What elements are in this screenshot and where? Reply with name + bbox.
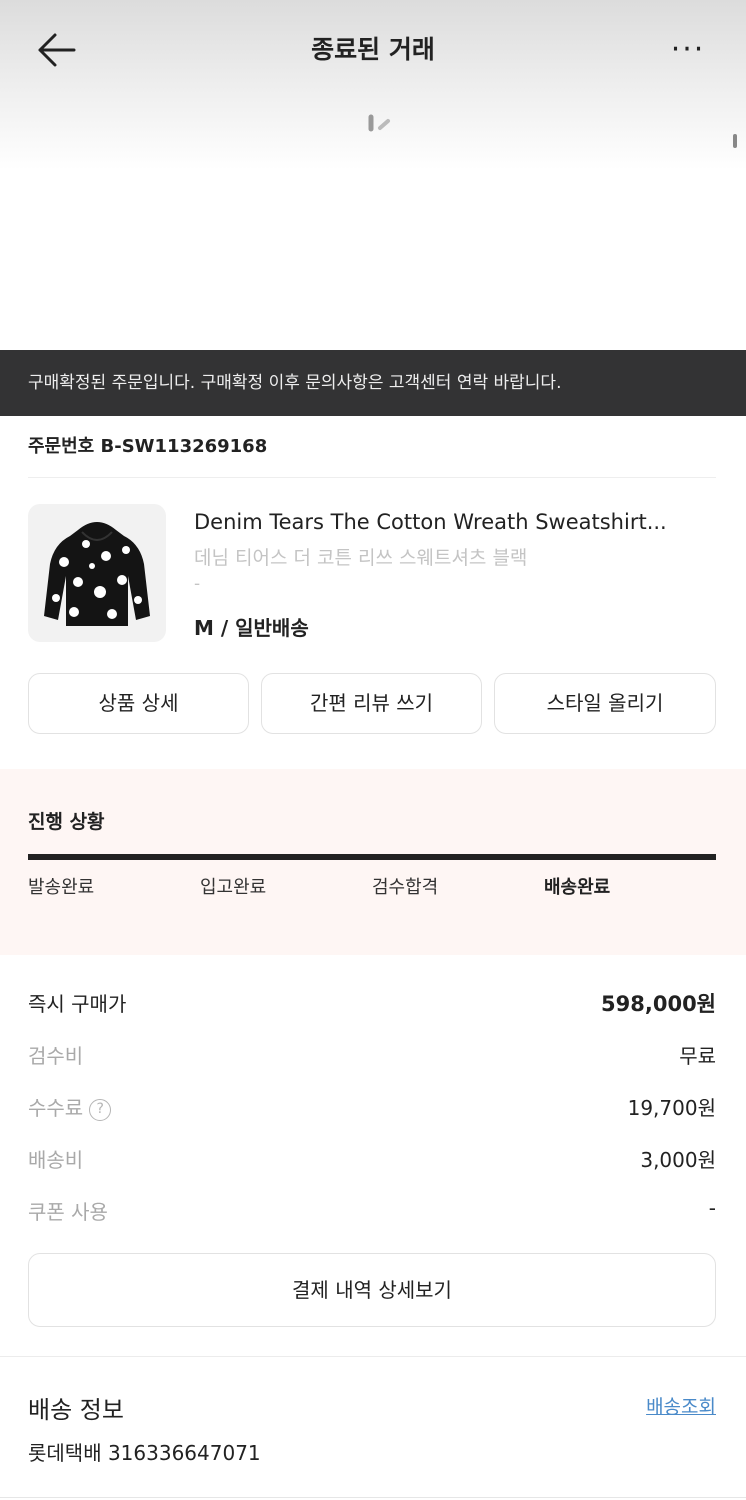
post-style-button[interactable]: 스타일 올리기 <box>494 673 716 734</box>
write-review-button[interactable]: 간편 리뷰 쓰기 <box>261 673 482 734</box>
price-label-fee: 수수료? <box>28 1092 112 1121</box>
confirmation-notice: 구매확정된 주문입니다. 구매확정 이후 문의사항은 고객센터 연락 바랍니다. <box>0 350 746 416</box>
product-option: M / 일반배송 <box>194 616 309 640</box>
price-value-buy-now: 598,000원 <box>601 992 716 1016</box>
price-value-fee: 19,700원 <box>627 1096 716 1120</box>
shipping-title: 배송 정보 <box>28 1396 124 1424</box>
more-button[interactable]: ··· <box>664 30 712 70</box>
header: 종료된 거래 ··· <box>0 0 746 100</box>
price-value-coupon: - <box>708 1196 716 1220</box>
carrier-tracking-number: 롯데택배 316336647071 <box>28 1441 261 1465</box>
loading-spinner-icon <box>368 114 390 132</box>
step-shipped: 발송완료 <box>28 877 95 898</box>
price-label-shipping: 배송비 <box>28 1148 84 1172</box>
progress-section: 진행 상황 발송완료 입고완료 검수합격 배송완료 <box>0 769 746 955</box>
progress-bar <box>28 854 716 860</box>
step-received: 입고완료 <box>200 877 267 898</box>
product-extra: - <box>194 574 201 594</box>
hoodie-image <box>44 522 150 626</box>
fee-label-text: 수수료 <box>28 1096 84 1120</box>
price-value-shipping: 3,000원 <box>640 1148 716 1172</box>
product-image[interactable] <box>28 504 166 642</box>
payment-detail-button[interactable]: 결제 내역 상세보기 <box>28 1253 716 1327</box>
scrollbar-thumb[interactable] <box>733 134 737 148</box>
product-name-korean: 데님 티어스 더 코튼 리쓰 스웨트셔츠 블랙 <box>194 547 528 569</box>
divider <box>0 1356 746 1357</box>
more-horizontal-icon: ··· <box>670 32 706 67</box>
step-inspected: 검수합격 <box>372 877 439 898</box>
price-label-inspection: 검수비 <box>28 1044 84 1068</box>
question-circle-icon[interactable]: ? <box>89 1099 112 1121</box>
page-title: 종료된 거래 <box>311 35 435 64</box>
product-detail-button[interactable]: 상품 상세 <box>28 673 249 734</box>
price-value-inspection: 무료 <box>679 1044 716 1068</box>
step-delivered: 배송완료 <box>544 877 611 898</box>
divider <box>0 1497 746 1498</box>
order-number: 주문번호 B-SW113269168 <box>28 436 268 457</box>
price-label-buy-now: 즉시 구매가 <box>28 992 127 1016</box>
price-label-coupon: 쿠폰 사용 <box>28 1200 108 1224</box>
track-shipment-link[interactable]: 배송조회 <box>646 1392 716 1419</box>
divider <box>28 477 716 478</box>
product-name[interactable]: Denim Tears The Cotton Wreath Sweatshirt… <box>194 510 704 534</box>
progress-title: 진행 상황 <box>28 811 105 833</box>
